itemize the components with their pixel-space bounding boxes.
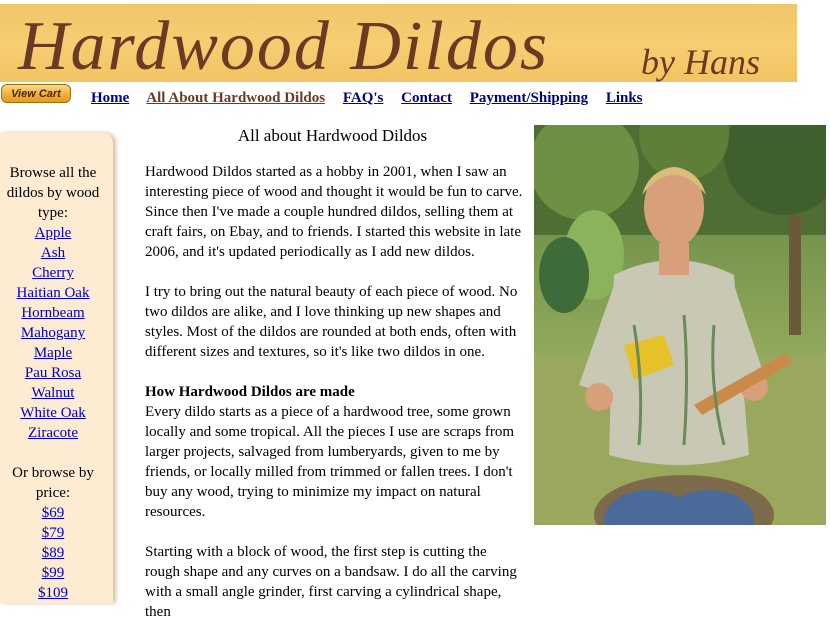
paragraph-intro: Hardwood Dildos started as a hobby in 20… [145,164,523,260]
nav-all-about[interactable]: All About Hardwood Dildos [146,90,325,106]
sidebar-link-ziracote[interactable]: Ziracote [0,423,106,443]
sidebar-link-maple[interactable]: Maple [0,343,106,363]
view-cart-button[interactable]: View Cart [1,84,71,103]
sidebar-wood-heading: Browse all the dildos by wood type: [6,165,100,221]
paragraph-how-made: How Hardwood Dildos are made Every dildo … [145,382,525,522]
top-nav: Home All About Hardwood Dildos FAQ's Con… [91,90,657,107]
sidebar-link-price-109[interactable]: $109 [0,583,106,603]
sidebar-link-white-oak[interactable]: White Oak [0,403,106,423]
sidebar-link-mahogany[interactable]: Mahogany [0,323,106,343]
sidebar-link-pau-rosa[interactable]: Pau Rosa [0,363,106,383]
photo-of-hans [534,125,826,525]
nav-payment-shipping[interactable]: Payment/Shipping [470,90,588,106]
site-byline: by Hans [641,42,760,82]
nav-home[interactable]: Home [91,90,129,106]
photo-illustration [534,125,826,525]
sidebar: Browse all the dildos by wood type: Appl… [0,133,113,603]
sidebar-link-walnut[interactable]: Walnut [0,383,106,403]
sidebar-link-price-79[interactable]: $79 [0,523,106,543]
paragraph-process: Starting with a block of wood, the first… [145,544,517,620]
nav-contact[interactable]: Contact [401,90,452,106]
nav-links[interactable]: Links [606,90,643,106]
sidebar-link-hornbeam[interactable]: Hornbeam [0,303,106,323]
sidebar-link-haitian-oak[interactable]: Haitian Oak [0,283,106,303]
sidebar-link-ash[interactable]: Ash [0,243,106,263]
page-title: All about Hardwood Dildos [237,126,428,145]
section-heading-how-made: How Hardwood Dildos are made [145,384,355,400]
nav-faq[interactable]: FAQ's [343,90,384,106]
sidebar-price-heading: Or browse by price: [12,465,94,501]
paragraph-beauty: I try to bring out the natural beauty of… [145,284,518,360]
site-banner: Hardwood Dildos by Hans [0,4,797,85]
sidebar-link-price-99[interactable]: $99 [0,563,106,583]
paragraph-how-made-text: Every dildo starts as a piece of a hardw… [145,404,515,520]
sidebar-link-price-89[interactable]: $89 [0,543,106,563]
main-content: Hardwood Dildos started as a hobby in 20… [145,162,525,642]
sidebar-link-price-69[interactable]: $69 [0,503,106,523]
sidebar-link-cherry[interactable]: Cherry [0,263,106,283]
site-title: Hardwood Dildos [18,8,550,85]
sidebar-link-apple[interactable]: Apple [0,223,106,243]
